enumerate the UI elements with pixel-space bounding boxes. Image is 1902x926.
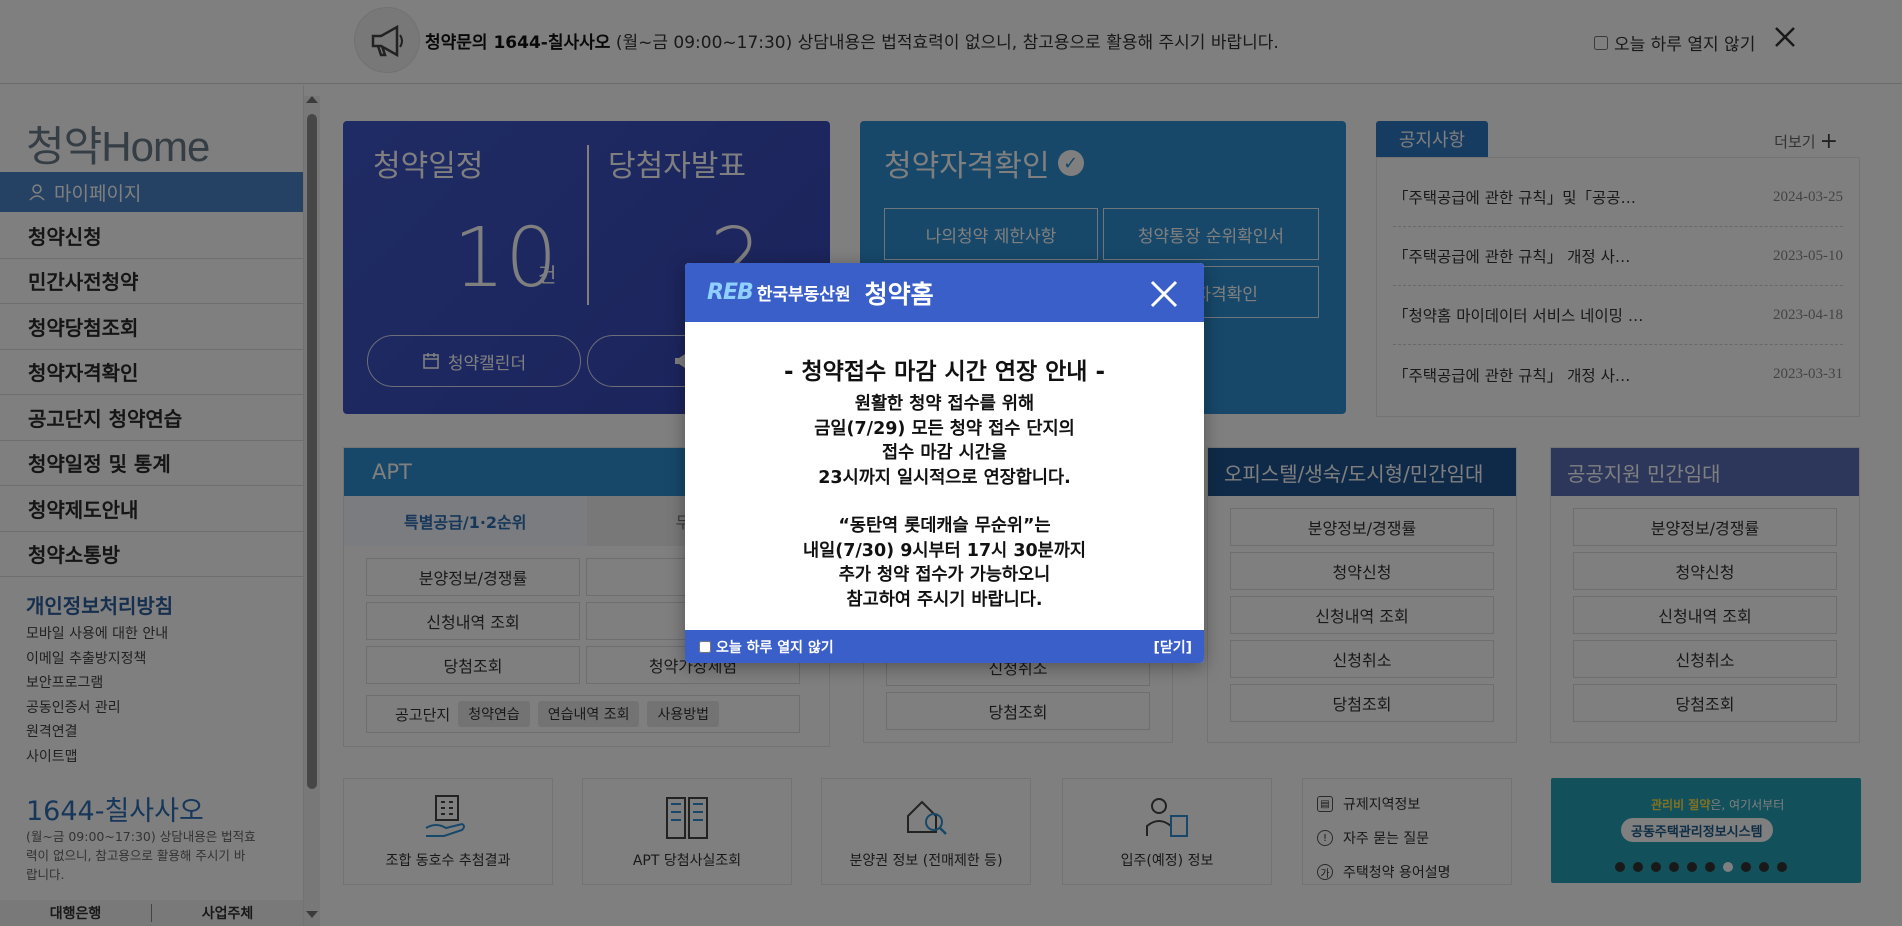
popup-title: - 청약접수 마감 시간 연장 안내 - <box>783 359 1106 385</box>
popup-no-show-label: 오늘 하루 열지 않기 <box>716 639 834 656</box>
popup-line: 내일(7/30) 9시부터 17시 30분까지 <box>803 540 1086 561</box>
popup-line: 접수 마감 시간을 <box>882 443 1007 463</box>
popup-close-icon[interactable] <box>1150 280 1178 308</box>
org-name: 한국부동산원 <box>756 285 851 305</box>
popup-line: 23시까지 일시적으로 연장합니다. <box>818 467 1071 488</box>
reb-logo: REB <box>707 280 754 305</box>
popup-line: 참고하여 주시기 바랍니다. <box>846 589 1043 610</box>
popup-line: 추가 청약 접수가 가능하오니 <box>838 565 1051 585</box>
popup-body: - 청약접수 마감 시간 연장 안내 - 원활한 청약 접수를 위해 금일(7/… <box>685 322 1204 616</box>
popup-no-show-checkbox[interactable] <box>699 640 711 653</box>
popup-line: “동탄역 롯데캐슬 무순위”는 <box>838 516 1051 536</box>
popup-close-button[interactable]: [닫기] <box>1153 637 1192 657</box>
popup-header: REB 한국부동산원 청약홈 <box>685 263 1204 322</box>
notice-popup: REB 한국부동산원 청약홈 - 청약접수 마감 시간 연장 안내 - 원활한 … <box>685 263 1204 663</box>
popup-no-show-today[interactable]: 오늘 하루 열지 않기 <box>699 637 834 657</box>
popup-site-name: 청약홈 <box>864 279 934 309</box>
popup-line: 금일(7/29) 모든 청약 접수 단지의 <box>814 418 1075 439</box>
popup-line: 원활한 청약 접수를 위해 <box>854 394 1035 414</box>
popup-footer: 오늘 하루 열지 않기 [닫기] <box>685 630 1204 663</box>
